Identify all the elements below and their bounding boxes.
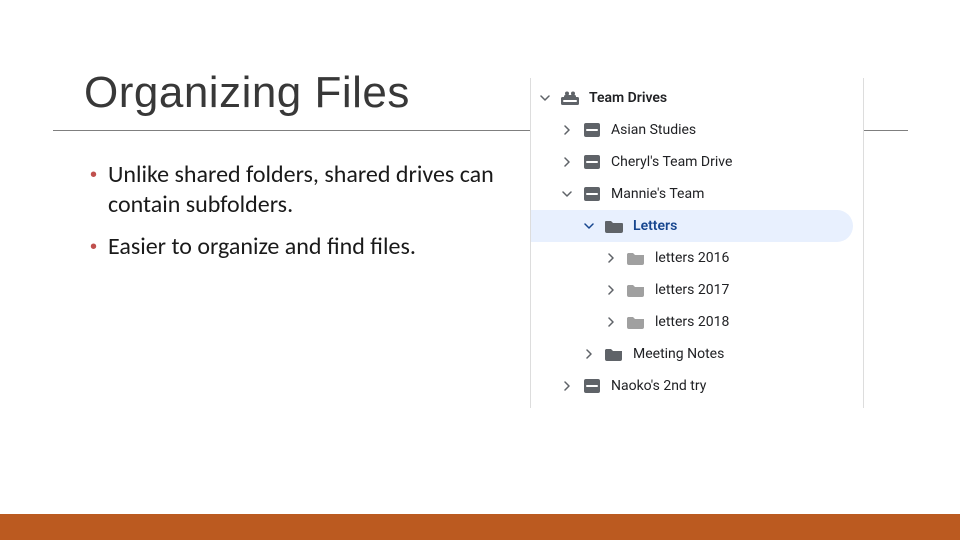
tree-item-folder-letters[interactable]: Letters: [531, 210, 853, 242]
tree-item-drive[interactable]: Asian Studies: [531, 114, 863, 146]
tree-label: letters 2017: [655, 282, 729, 298]
bullet-text: Unlike shared folders, shared drives can…: [108, 160, 500, 220]
team-drives-icon: [559, 87, 581, 109]
tree-item-folder[interactable]: letters 2017: [531, 274, 863, 306]
tree-label: Meeting Notes: [633, 346, 724, 362]
chevron-right-icon[interactable]: [603, 250, 619, 266]
folder-icon: [625, 247, 647, 269]
tree-item-drive[interactable]: Mannie's Team: [531, 178, 863, 210]
chevron-right-icon[interactable]: [559, 154, 575, 170]
team-drive-icon: [581, 183, 603, 205]
tree-item-drive[interactable]: Cheryl's Team Drive: [531, 146, 863, 178]
page-title: Organizing Files: [84, 68, 410, 118]
tree-label: Team Drives: [589, 90, 667, 106]
bullet-icon: •: [90, 160, 108, 190]
tree-item-folder[interactable]: letters 2016: [531, 242, 863, 274]
folder-icon: [625, 311, 647, 333]
chevron-right-icon[interactable]: [559, 378, 575, 394]
bullet-list: • Unlike shared folders, shared drives c…: [90, 160, 500, 274]
slide: Organizing Files • Unlike shared folders…: [0, 0, 960, 540]
chevron-right-icon[interactable]: [581, 346, 597, 362]
list-item: • Unlike shared folders, shared drives c…: [90, 160, 500, 220]
tree-label: Naoko's 2nd try: [611, 378, 706, 394]
chevron-down-icon[interactable]: [537, 90, 553, 106]
chevron-down-icon[interactable]: [559, 186, 575, 202]
team-drive-icon: [581, 375, 603, 397]
drive-tree: Team Drives Asian Studies: [530, 78, 864, 408]
tree-label: letters 2018: [655, 314, 729, 330]
team-drive-icon: [581, 151, 603, 173]
folder-icon: [603, 343, 625, 365]
list-item: • Easier to organize and find files.: [90, 232, 500, 262]
tree-label: Asian Studies: [611, 122, 696, 138]
chevron-down-icon[interactable]: [581, 218, 597, 234]
bullet-icon: •: [90, 232, 108, 262]
tree-item-team-drives[interactable]: Team Drives: [531, 82, 863, 114]
chevron-right-icon[interactable]: [603, 314, 619, 330]
tree-item-folder[interactable]: letters 2018: [531, 306, 863, 338]
team-drive-icon: [581, 119, 603, 141]
bullet-text: Easier to organize and find files.: [108, 232, 416, 262]
footer-accent-bar: [0, 514, 960, 540]
folder-icon: [625, 279, 647, 301]
folder-icon: [603, 215, 625, 237]
tree-label: Cheryl's Team Drive: [611, 154, 732, 170]
tree-label: Letters: [633, 218, 677, 234]
tree-label: Mannie's Team: [611, 186, 704, 202]
tree-label: letters 2016: [655, 250, 729, 266]
tree-item-folder[interactable]: Meeting Notes: [531, 338, 863, 370]
chevron-right-icon[interactable]: [603, 282, 619, 298]
chevron-right-icon[interactable]: [559, 122, 575, 138]
tree-item-drive[interactable]: Naoko's 2nd try: [531, 370, 863, 402]
